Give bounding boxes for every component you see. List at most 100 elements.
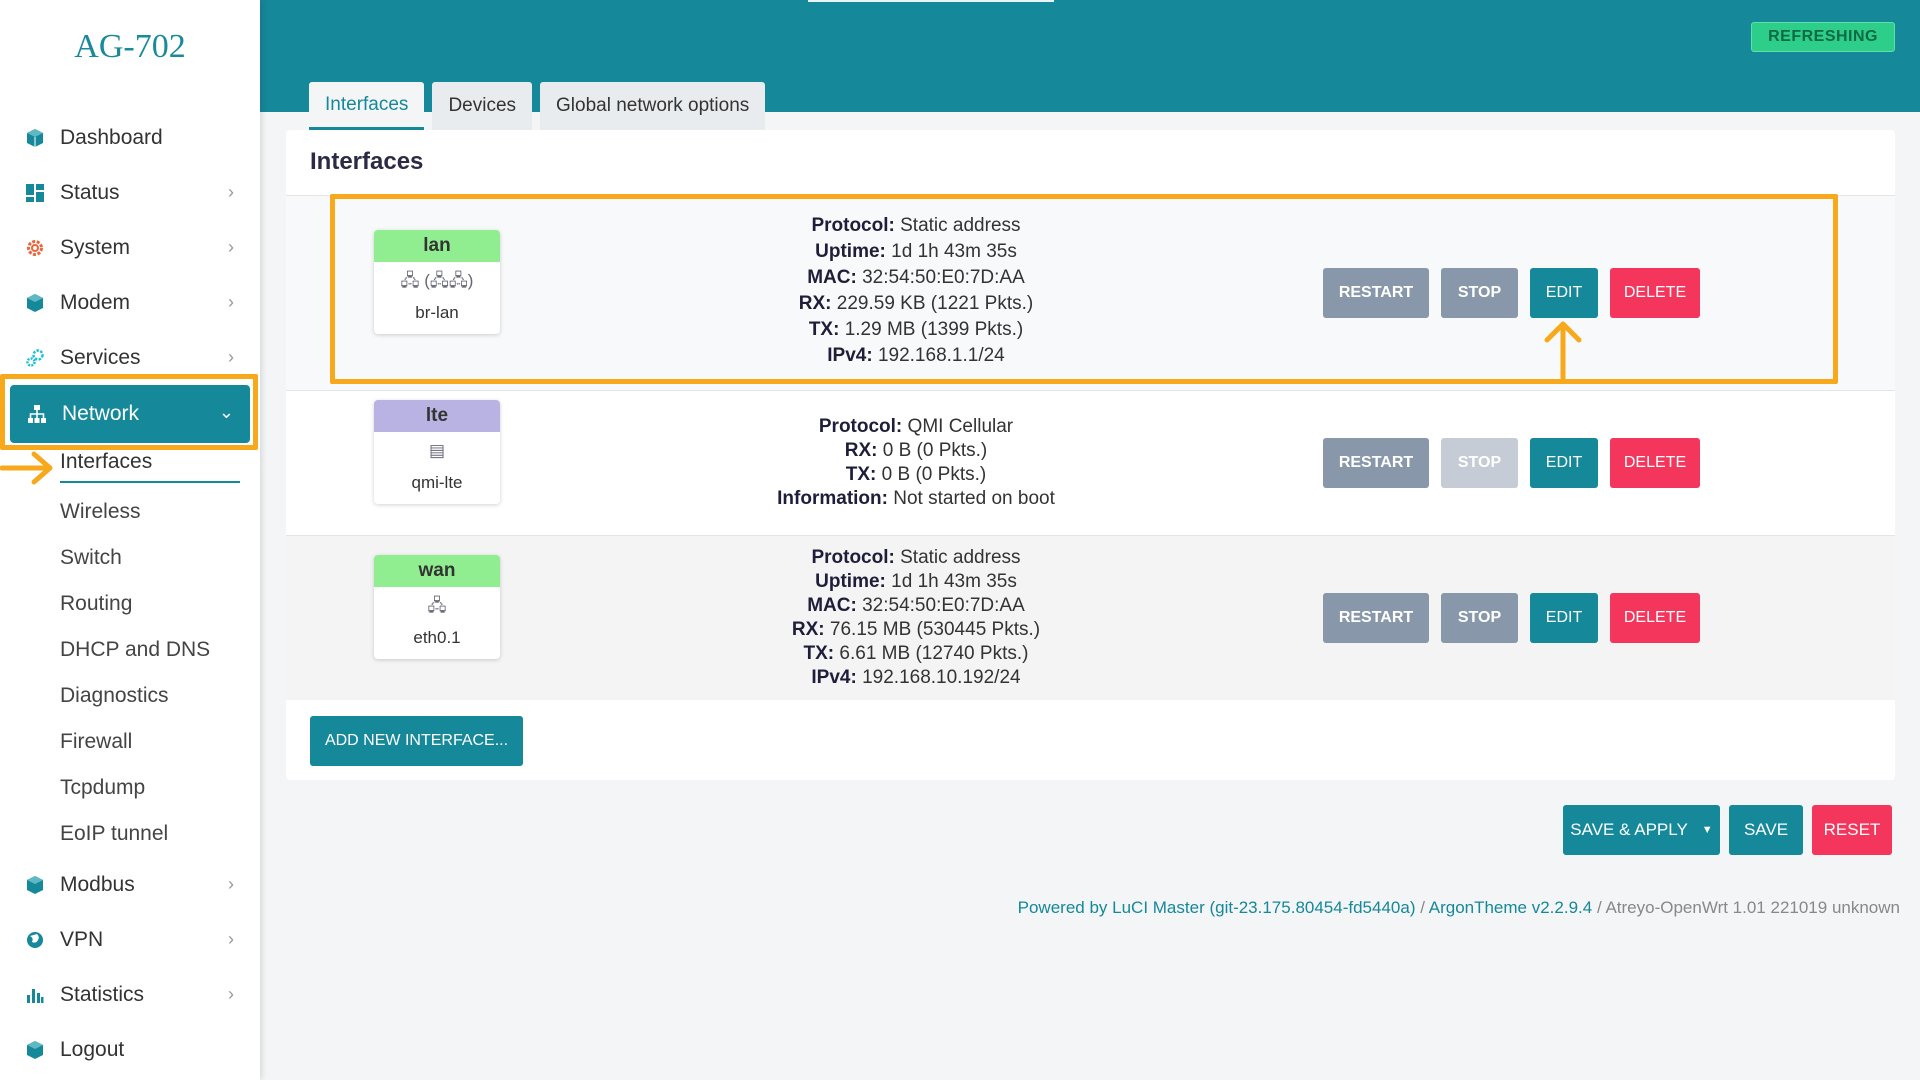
globe-icon (24, 929, 46, 951)
tab-devices[interactable]: Devices (432, 82, 533, 130)
interface-row-lan: lan 🖧 (🖧🖧) br-lan Protocol: Static addre… (286, 195, 1895, 390)
cube-icon (24, 1039, 46, 1061)
footer: Powered by LuCI Master (git-23.175.80454… (1018, 898, 1900, 918)
interface-name: wan (374, 555, 500, 587)
delete-button[interactable]: DELETE (1610, 593, 1700, 643)
interface-badge-wan[interactable]: wan 🖧 eth0.1 (374, 555, 500, 659)
cube-icon (24, 127, 46, 149)
interface-badge-lan[interactable]: lan 🖧 (🖧🖧) br-lan (374, 230, 500, 334)
submenu-item-interfaces[interactable]: Interfaces (60, 443, 240, 483)
interface-name: lan (374, 230, 500, 262)
luci-link[interactable]: Powered by LuCI Master (git-23.175.80454… (1018, 898, 1416, 917)
edit-button[interactable]: EDIT (1530, 593, 1598, 643)
submenu-item-tcpdump[interactable]: Tcpdump (60, 765, 260, 811)
row-actions-lte: RESTART STOP EDIT DELETE (1323, 438, 1700, 488)
submenu-item-diagnostics[interactable]: Diagnostics (60, 673, 260, 719)
chevron-right-icon: › (228, 984, 234, 1004)
interface-info-lan: Protocol: Static address Uptime: 1d 1h 4… (696, 213, 1136, 369)
submenu-item-routing[interactable]: Routing (60, 581, 260, 627)
interface-row-lte: lte ▤ qmi-lte Protocol: QMI Cellular RX:… (286, 390, 1895, 535)
save-button[interactable]: SAVE (1729, 805, 1803, 855)
footer-separator: / (1415, 898, 1429, 917)
submenu-item-switch[interactable]: Switch (60, 535, 260, 581)
footer-separator: / (1592, 898, 1606, 917)
sidebar-item-label: Modbus (60, 872, 135, 896)
chevron-right-icon: › (228, 182, 234, 202)
submenu-item-eoip-tunnel[interactable]: EoIP tunnel (60, 811, 260, 857)
sidebar-item-vpn[interactable]: VPN › (0, 912, 260, 967)
info-line: TX: 0 B (0 Pkts.) (845, 464, 987, 485)
sidebar-item-label: Statistics (60, 982, 145, 1006)
cellular-device-icon: ▤ (428, 441, 446, 460)
add-new-interface-button[interactable]: ADD NEW INTERFACE... (310, 716, 523, 766)
sidebar-item-system[interactable]: System › (0, 220, 260, 275)
stop-button[interactable]: STOP (1441, 593, 1518, 643)
network-submenu: Interfaces Wireless Switch Routing DHCP … (0, 443, 260, 857)
info-line: RX: 0 B (0 Pkts.) (844, 440, 988, 461)
network-icon (26, 403, 48, 425)
sidebar-item-services[interactable]: Services › (0, 330, 260, 385)
save-apply-button[interactable]: SAVE & APPLY ▼ (1563, 805, 1720, 855)
tab-interfaces[interactable]: Interfaces (309, 82, 425, 130)
sidebar-nav: Dashboard Status › System › Modem › Serv… (0, 110, 260, 1077)
info-line: MAC: 32:54:50:E0:7D:AA (807, 595, 1025, 616)
info-line: Information: Not started on boot (777, 488, 1055, 509)
info-line: MAC: 32:54:50:E0:7D:AA (807, 267, 1025, 288)
row-actions-wan: RESTART STOP EDIT DELETE (1323, 593, 1700, 643)
submenu-item-wireless[interactable]: Wireless (60, 489, 260, 535)
info-line: Protocol: Static address (811, 215, 1021, 236)
reset-button[interactable]: RESET (1812, 805, 1892, 855)
page-actions: SAVE & APPLY ▼ SAVE RESET (1563, 805, 1892, 855)
restart-button[interactable]: RESTART (1323, 593, 1429, 643)
interface-device: qmi-lte (411, 473, 463, 492)
interface-name: lte (374, 400, 500, 432)
caret-down-icon[interactable]: ▼ (1702, 824, 1713, 836)
sidebar-item-modem[interactable]: Modem › (0, 275, 260, 330)
sidebar-item-label: Modem (60, 290, 131, 314)
cube-icon (24, 292, 46, 314)
info-line: Uptime: 1d 1h 43m 35s (815, 241, 1017, 262)
row-actions-lan: RESTART STOP EDIT DELETE (1323, 268, 1700, 318)
sidebar-item-statistics[interactable]: Statistics › (0, 967, 260, 1022)
delete-button[interactable]: DELETE (1610, 268, 1700, 318)
info-line: IPv4: 192.168.1.1/24 (827, 345, 1005, 366)
sidebar: AG-702 Dashboard Status › System › Modem… (0, 0, 260, 1080)
page-title: Interfaces (310, 148, 424, 175)
sidebar-item-label: Logout (60, 1037, 125, 1061)
sidebar-item-status[interactable]: Status › (0, 165, 260, 220)
stop-button[interactable]: STOP (1441, 268, 1518, 318)
sidebar-item-network[interactable]: Network ⌄ (10, 385, 250, 443)
bar-chart-icon (24, 984, 46, 1006)
sidebar-item-logout[interactable]: Logout (0, 1022, 260, 1077)
chevron-right-icon: › (228, 347, 234, 367)
ethernet-port-icon: 🖧 (427, 596, 447, 615)
edit-button[interactable]: EDIT (1530, 438, 1598, 488)
argon-theme-link[interactable]: ArgonTheme v2.2.9.4 (1429, 898, 1592, 917)
delete-button[interactable]: DELETE (1610, 438, 1700, 488)
tab-bar: Interfaces Devices Global network option… (309, 82, 766, 130)
interface-badge-lte[interactable]: lte ▤ qmi-lte (374, 400, 500, 504)
info-line: TX: 6.61 MB (12740 Pkts.) (803, 643, 1029, 664)
chevron-right-icon: › (228, 929, 234, 949)
restart-button[interactable]: RESTART (1323, 438, 1429, 488)
submenu-item-firewall[interactable]: Firewall (60, 719, 260, 765)
sidebar-item-modbus[interactable]: Modbus › (0, 857, 260, 912)
interface-device: eth0.1 (413, 628, 461, 647)
header-strip (808, 0, 1054, 2)
info-line: RX: 229.59 KB (1221 Pkts.) (798, 293, 1034, 314)
refreshing-badge[interactable]: REFRESHING (1751, 22, 1895, 52)
grid-icon (24, 182, 46, 204)
restart-button[interactable]: RESTART (1323, 268, 1429, 318)
submenu-item-dhcp-dns[interactable]: DHCP and DNS (60, 627, 260, 673)
brand-logo[interactable]: AG-702 (0, 28, 260, 66)
sidebar-item-dashboard[interactable]: Dashboard (0, 110, 260, 165)
tab-global-network-options[interactable]: Global network options (540, 82, 766, 130)
interfaces-card: Interfaces lan 🖧 (🖧🖧) br-lan Protocol: S… (286, 130, 1895, 780)
cube-icon (24, 874, 46, 896)
edit-button[interactable]: EDIT (1530, 268, 1598, 318)
chevron-down-icon: ⌄ (218, 402, 234, 422)
info-line: Uptime: 1d 1h 43m 35s (815, 571, 1017, 592)
sidebar-item-label: System (60, 235, 131, 259)
sidebar-item-label: Network (62, 402, 140, 425)
stop-button: STOP (1441, 438, 1518, 488)
